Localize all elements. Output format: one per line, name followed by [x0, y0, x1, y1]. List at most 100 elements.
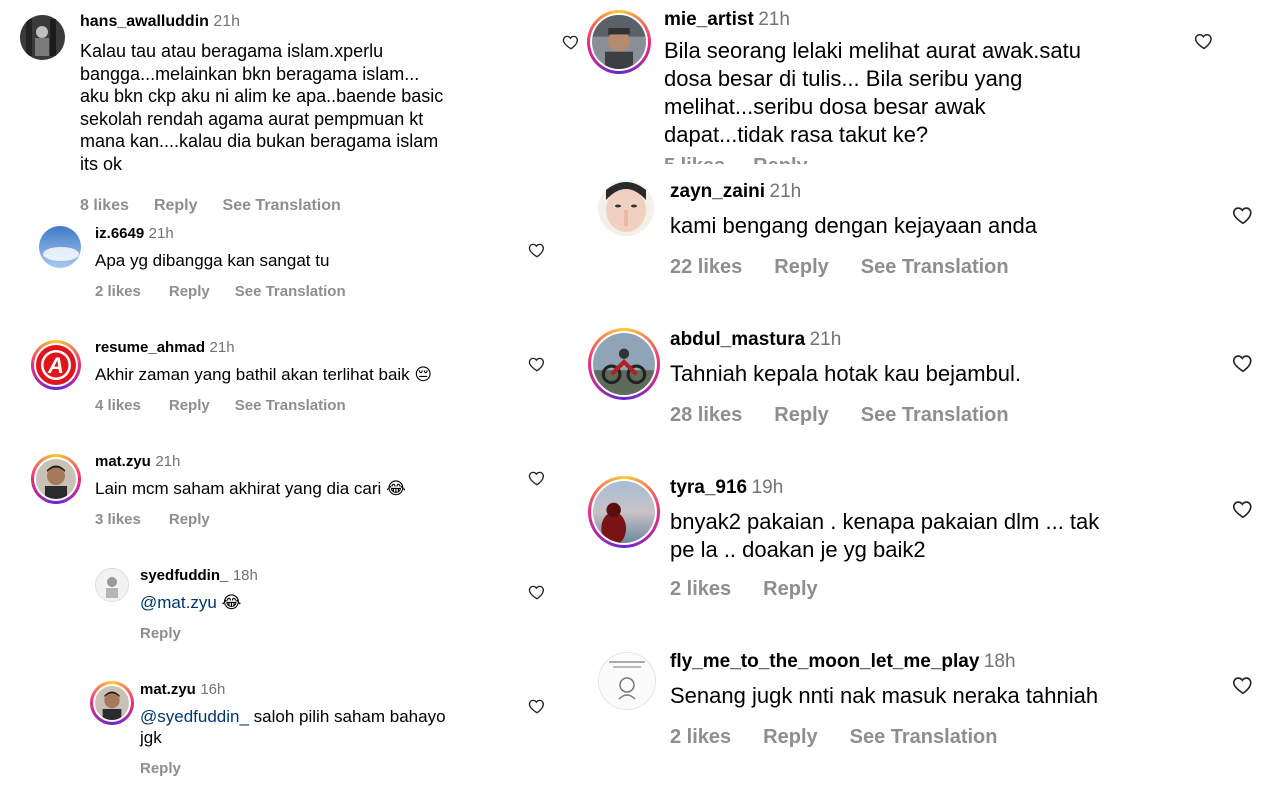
username[interactable]: syedfuddin_ [140, 567, 228, 584]
svg-text:A: A [47, 353, 64, 378]
heart-outline-icon[interactable] [528, 583, 546, 601]
reply-button[interactable]: Reply [753, 155, 807, 164]
username[interactable]: tyra_916 [670, 477, 747, 498]
username[interactable]: fly_me_to_the_moon_let_me_play [670, 651, 979, 672]
username[interactable]: mat.zyu [95, 453, 151, 470]
likes-count[interactable]: 2 likes [95, 283, 141, 300]
reply-button[interactable]: Reply [169, 511, 210, 528]
text-line: its ok [80, 153, 123, 174]
comment-actions: Reply [140, 625, 181, 642]
comment-text: @syedfuddin_ saloh pilih saham bahayo jg… [140, 706, 520, 749]
reply-button[interactable]: Reply [140, 760, 181, 777]
avatar[interactable] [598, 180, 654, 236]
username[interactable]: mat.zyu [140, 681, 196, 698]
comment-actions: 22 likes Reply See Translation [670, 256, 1009, 279]
mention-link[interactable]: @syedfuddin_ [140, 707, 249, 726]
likes-count[interactable]: 2 likes [670, 726, 731, 749]
avatar[interactable] [95, 568, 129, 602]
see-translation-button[interactable]: See Translation [223, 197, 341, 215]
text-line: Bila seorang lelaki melihat aurat awak.s… [664, 38, 1082, 63]
likes-count[interactable]: 8 likes [80, 197, 129, 215]
comment-actions: Reply [140, 760, 181, 777]
text-line: bnyak2 pakaian . kenapa pakaian dlm ... … [670, 509, 1100, 534]
comment-fly-me-to-the-moon: fly_me_to_the_moon_let_me_play 18h Senan… [578, 640, 1280, 790]
comment-hans: hans_awalluddin 21h Kalau tau atau berag… [0, 0, 579, 220]
likes-count[interactable]: 22 likes [670, 256, 742, 279]
comment-iz: iz.6649 21h Apa yg dibangga kan sangat t… [0, 220, 560, 320]
avatar[interactable] [39, 226, 81, 268]
laughing-emoji: 😂 [386, 479, 406, 499]
reply-button[interactable]: Reply [169, 283, 210, 300]
avatar[interactable]: A [31, 340, 81, 390]
avatar[interactable] [587, 10, 651, 74]
likes-count[interactable]: 2 likes [670, 578, 731, 601]
username[interactable]: abdul_mastura [670, 329, 805, 350]
text-line: melihat...seribu dosa besar awak [664, 93, 986, 119]
laughing-emoji: 😂 [221, 593, 242, 613]
pensive-emoji: 😔 [414, 365, 433, 385]
username[interactable]: resume_ahmad [95, 339, 205, 356]
avatar[interactable] [31, 454, 81, 504]
reply-button[interactable]: Reply [169, 397, 210, 414]
comment-actions: 3 likes Reply [95, 511, 210, 528]
likes-count[interactable]: 4 likes [95, 397, 141, 414]
avatar[interactable] [588, 328, 660, 400]
likes-count[interactable]: 28 likes [670, 404, 742, 427]
timestamp: 21h [155, 453, 181, 470]
heart-outline-icon[interactable] [1232, 498, 1254, 520]
comment-text: Akhir zaman yang bathil akan terlihat ba… [95, 364, 432, 386]
reply-button[interactable]: Reply [763, 726, 817, 749]
mention-link[interactable]: @mat.zyu [140, 593, 217, 612]
comment-text: Bila seorang lelaki melihat aurat awak.s… [664, 37, 1224, 149]
heart-outline-icon[interactable] [528, 355, 546, 373]
heart-outline-icon[interactable] [528, 469, 546, 487]
see-translation-button[interactable]: See Translation [861, 256, 1009, 279]
see-translation-button[interactable]: See Translation [235, 397, 346, 414]
see-translation-button[interactable]: See Translation [850, 726, 998, 749]
text-line: sekolah rendah agama aurat pempmuan kt [80, 108, 424, 129]
timestamp: 16h [200, 681, 226, 698]
timestamp: 21h [769, 181, 802, 202]
username[interactable]: mie_artist [664, 9, 754, 30]
reply-button[interactable]: Reply [140, 625, 181, 642]
comment-text: Kalau tau atau beragama islam.xperlu ban… [80, 40, 550, 175]
heart-outline-icon[interactable] [528, 241, 546, 259]
text-line: aku bkn ckp aku ni alim ke apa..baende b… [80, 86, 444, 106]
comment-actions: 5 likes Reply [664, 155, 808, 164]
comment-tyra: tyra_916 19h bnyak2 pakaian . kenapa pak… [578, 466, 1280, 616]
comment-text: @mat.zyu 😂 [140, 592, 241, 614]
username[interactable]: hans_awalluddin [80, 13, 209, 30]
heart-outline-icon[interactable] [1194, 31, 1214, 51]
username[interactable]: zayn_zaini [670, 181, 765, 202]
avatar[interactable] [598, 652, 656, 710]
heart-outline-icon[interactable] [1232, 352, 1254, 374]
likes-count[interactable]: 3 likes [95, 511, 141, 528]
see-translation-button[interactable]: See Translation [235, 283, 346, 300]
timestamp: 21h [809, 329, 842, 350]
heart-outline-icon[interactable] [1232, 674, 1254, 696]
reply-button[interactable]: Reply [763, 578, 817, 601]
text-line: bangga...melainkan bkn beragama islam... [80, 63, 420, 84]
comment-actions: 8 likes Reply See Translation [80, 197, 341, 215]
avatar[interactable] [90, 681, 134, 725]
heart-outline-icon[interactable] [528, 697, 546, 715]
avatar[interactable] [20, 15, 65, 60]
comment-body-line2: jgk [140, 728, 162, 748]
left-comments-panel: hans_awalluddin 21h Kalau tau atau berag… [0, 0, 579, 796]
timestamp: 21h [148, 225, 174, 242]
username[interactable]: iz.6649 [95, 225, 144, 242]
reply-button[interactable]: Reply [774, 256, 828, 279]
heart-outline-icon[interactable] [1232, 204, 1254, 226]
comment-matzyu: mat.zyu 21h Lain mcm saham akhirat yang … [0, 448, 560, 548]
timestamp: 21h [213, 13, 241, 30]
reply-button[interactable]: Reply [154, 197, 198, 215]
likes-count[interactable]: 5 likes [664, 155, 725, 164]
see-translation-button[interactable]: See Translation [861, 404, 1009, 427]
comment-actions: 28 likes Reply See Translation [670, 404, 1009, 427]
reply-button[interactable]: Reply [774, 404, 828, 427]
comment-body: Akhir zaman yang bathil akan terlihat ba… [95, 365, 410, 384]
text-line: pe la .. doakan je yg baik2 [670, 536, 926, 562]
comment-zayn-zaini: zayn_zaini 21h kami bengang dengan kejay… [578, 170, 1280, 300]
avatar[interactable] [588, 476, 660, 548]
text-line: dosa besar di tulis... Bila seribu yang [664, 65, 1023, 91]
